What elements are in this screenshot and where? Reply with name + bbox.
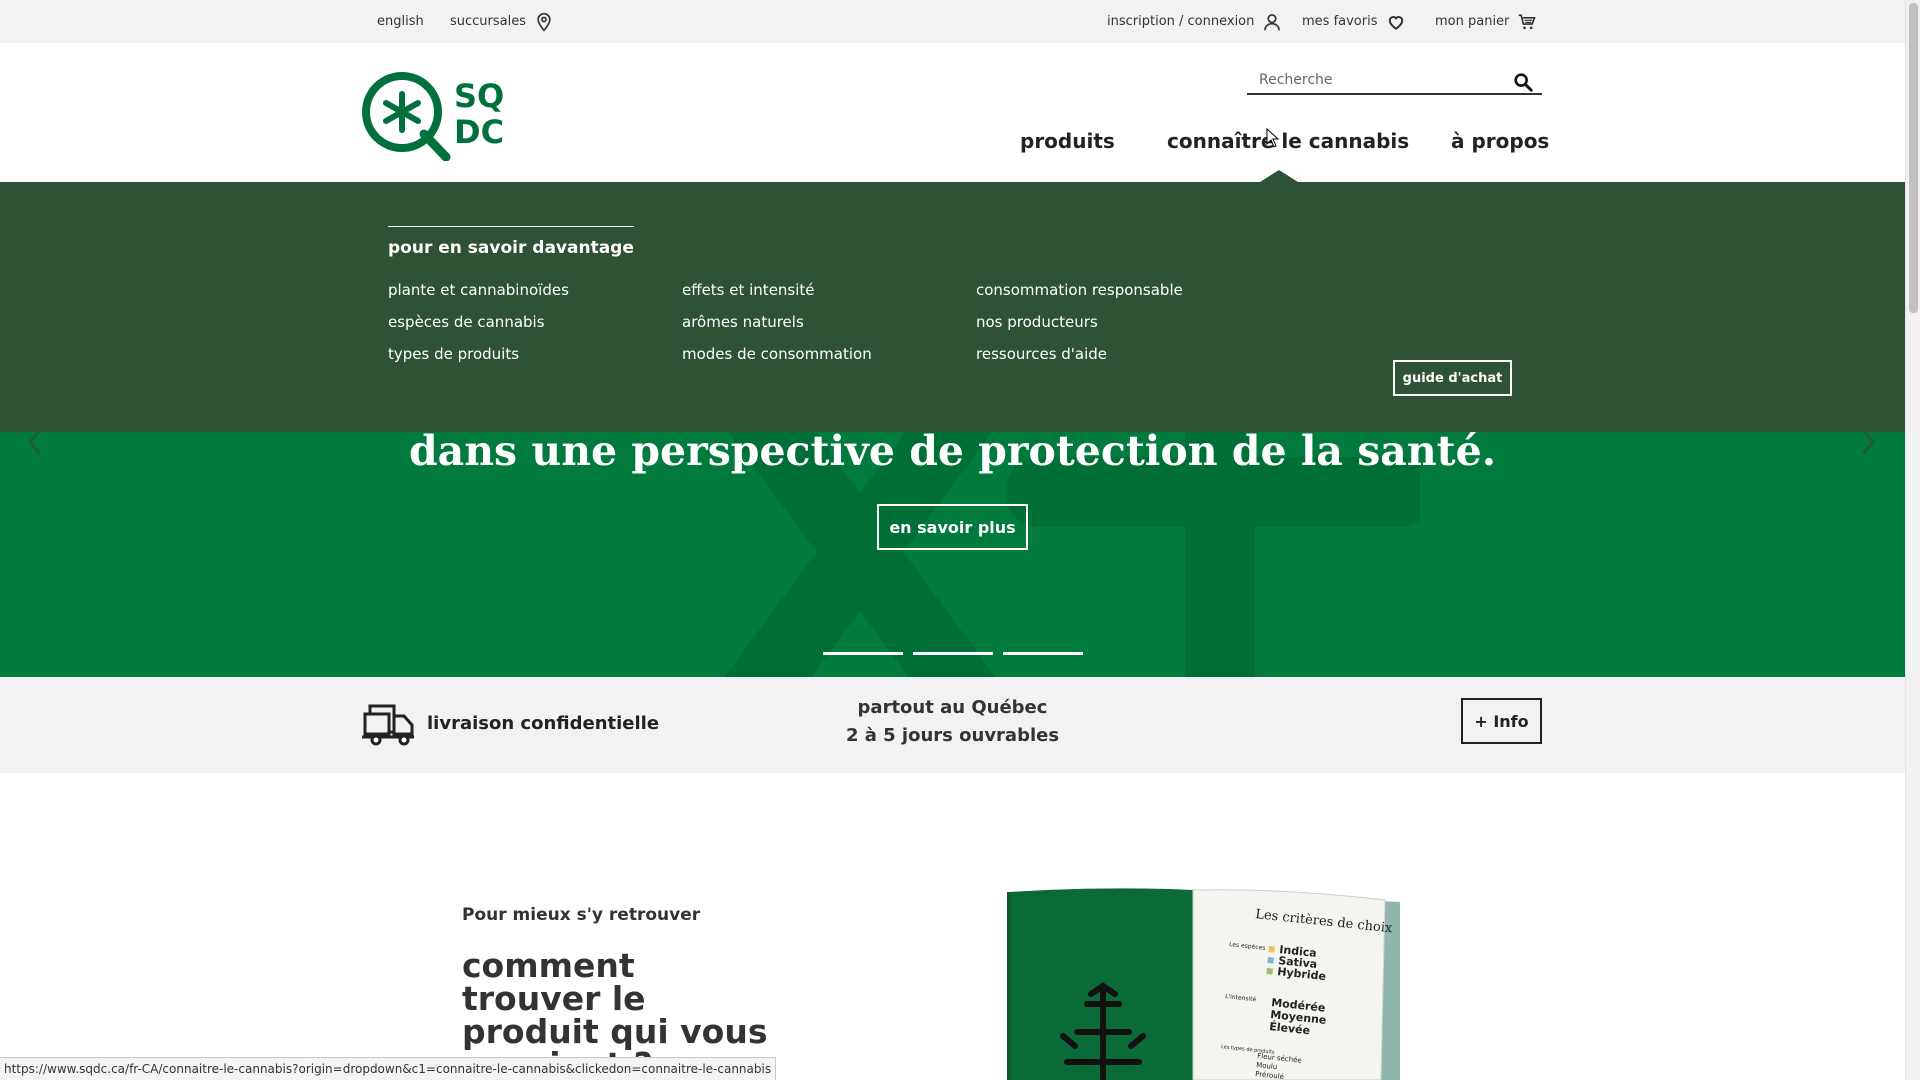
content-section: Pour mieux s'y retrouver comment trouver…: [0, 773, 1905, 1080]
language-link[interactable]: english: [377, 0, 424, 43]
delivery-region: partout au Québec: [857, 697, 1048, 718]
dropdown-link-natural-aromas[interactable]: arômes naturels: [682, 313, 804, 331]
browser-status-url: https://www.sqdc.ca/fr-CA/connaitre-le-c…: [0, 1057, 777, 1080]
logo-text-dc: DC: [454, 113, 504, 151]
dropdown-section-title: pour en savoir davantage: [388, 226, 634, 258]
carousel-dot-1[interactable]: [823, 652, 903, 655]
sqdc-logo[interactable]: SQ DC: [362, 71, 522, 161]
page-scrollbar[interactable]: [1905, 0, 1920, 1080]
nav-about[interactable]: à propos: [1451, 129, 1549, 153]
dropdown-link-consumption-modes[interactable]: modes de consommation: [682, 345, 872, 363]
delivery-timeframe: 2 à 5 jours ouvrables: [845, 725, 1060, 746]
delivery-banner: livraison confidentielle partout au Québ…: [0, 677, 1905, 773]
carousel-dot-3[interactable]: [1003, 652, 1083, 655]
dropdown-link-responsible-use[interactable]: consommation responsable: [976, 281, 1183, 299]
site-header: SQ DC produits connaître le cannabis à p…: [0, 43, 1905, 182]
search-input[interactable]: [1247, 72, 1497, 88]
delivery-details: partout au Québec 2 à 5 jours ouvrables: [760, 694, 1145, 750]
buying-guide-button[interactable]: guide d'achat: [1393, 360, 1512, 396]
nav-active-caret: [1260, 170, 1298, 182]
dropdown-link-producers[interactable]: nos producteurs: [976, 313, 1098, 331]
language-label: english: [377, 14, 424, 29]
cart-link[interactable]: mon panier: [1435, 0, 1537, 43]
nav-products[interactable]: produits: [1020, 129, 1115, 153]
dropdown-link-plant-cannabinoids[interactable]: plante et cannabinoïdes: [388, 281, 569, 299]
delivery-info-button[interactable]: + Info: [1461, 698, 1542, 744]
logo-text-sq: SQ: [454, 77, 504, 115]
section-eyebrow: Pour mieux s'y retrouver: [462, 905, 701, 925]
dropdown-link-cannabis-species[interactable]: espèces de cannabis: [388, 313, 545, 331]
carousel-dot-2[interactable]: [913, 652, 993, 655]
dropdown-link-product-types[interactable]: types de produits: [388, 345, 519, 363]
user-icon: [1264, 13, 1281, 30]
delivery-truck-icon: [362, 704, 414, 746]
favorites-link[interactable]: mes favoris: [1302, 0, 1406, 43]
dropdown-link-help-resources[interactable]: ressources d'aide: [976, 345, 1107, 363]
utility-bar: english succursales inscription / connex…: [0, 0, 1905, 43]
hero-title: dans une perspective de protection de la…: [408, 427, 1496, 475]
stores-link[interactable]: succursales: [450, 0, 554, 43]
account-label: inscription / connexion: [1107, 14, 1255, 29]
location-pin-icon: [537, 12, 551, 32]
learn-cannabis-dropdown: pour en savoir davantage plante et canna…: [0, 182, 1905, 432]
heart-icon: [1388, 15, 1403, 30]
search-bar: [1247, 67, 1542, 95]
stores-label: succursales: [450, 14, 527, 29]
account-link[interactable]: inscription / connexion: [1107, 0, 1282, 43]
learn-more-button[interactable]: en savoir plus: [877, 504, 1028, 550]
favorites-label: mes favoris: [1302, 14, 1378, 29]
buying-guide-booklet-image: Les critères de choix Les espèces Indica…: [1007, 888, 1400, 1080]
dropdown-link-effects-intensity[interactable]: effets et intensité: [682, 281, 815, 299]
nav-learn-cannabis[interactable]: connaître le cannabis: [1167, 129, 1409, 153]
delivery-label: livraison confidentielle: [427, 713, 660, 734]
cart-icon: [1519, 14, 1537, 29]
mouse-cursor-icon: [1266, 128, 1280, 148]
scrollbar-thumb[interactable]: [1909, 3, 1918, 313]
search-icon[interactable]: [1512, 71, 1534, 93]
cart-label: mon panier: [1435, 14, 1510, 29]
